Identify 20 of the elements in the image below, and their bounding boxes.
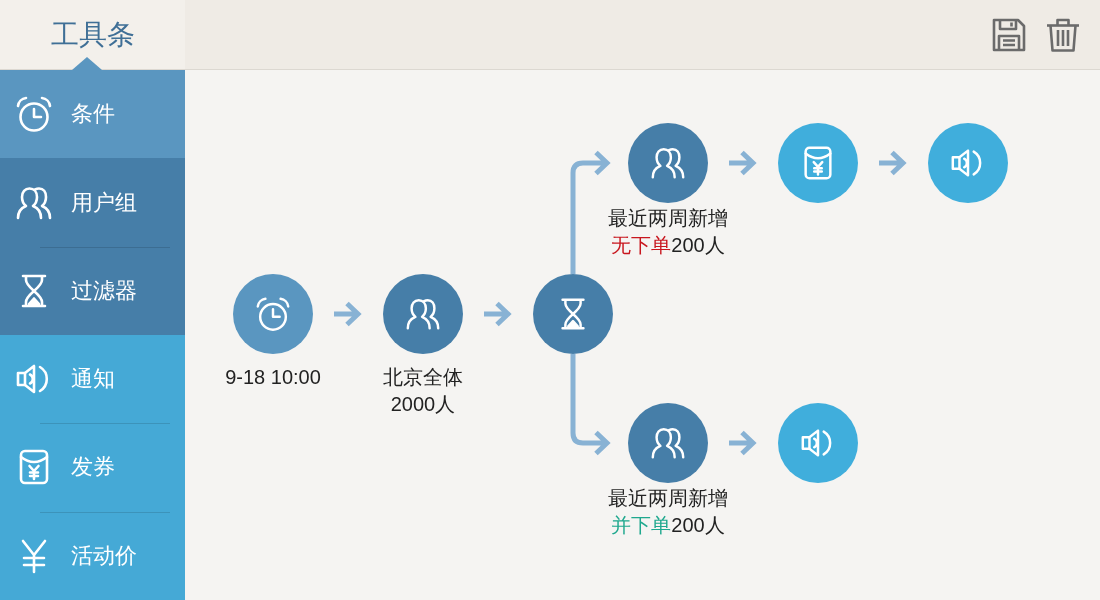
arrow-icon: [331, 301, 362, 327]
trash-icon[interactable]: [1045, 16, 1081, 53]
sidebar-item[interactable]: 过滤器: [0, 246, 185, 335]
step-label: 最近两周新增 并下单200人: [608, 486, 728, 538]
step-label: 9-18 10:00: [225, 365, 321, 390]
step-label: 北京全体 2000人: [383, 365, 463, 417]
sidebar-item[interactable]: 用户组: [0, 158, 185, 247]
arrow-icon: [726, 150, 757, 176]
clock-icon: [254, 295, 292, 333]
sidebar-item[interactable]: 条件: [0, 70, 185, 159]
arrow-icon: [726, 430, 757, 456]
sidebar-item[interactable]: 活动价: [0, 511, 185, 600]
arrow-icon: [876, 150, 907, 176]
arrow-icon: [481, 301, 512, 327]
sidebar-item[interactable]: 发券: [0, 423, 185, 512]
save-icon[interactable]: [991, 16, 1027, 53]
step-label: 最近两周新增 无下单200人: [608, 206, 728, 258]
clock-icon: [14, 94, 54, 135]
toolbar-title: 工具条: [50, 17, 135, 52]
sidebar-item[interactable]: 通知: [0, 335, 185, 424]
